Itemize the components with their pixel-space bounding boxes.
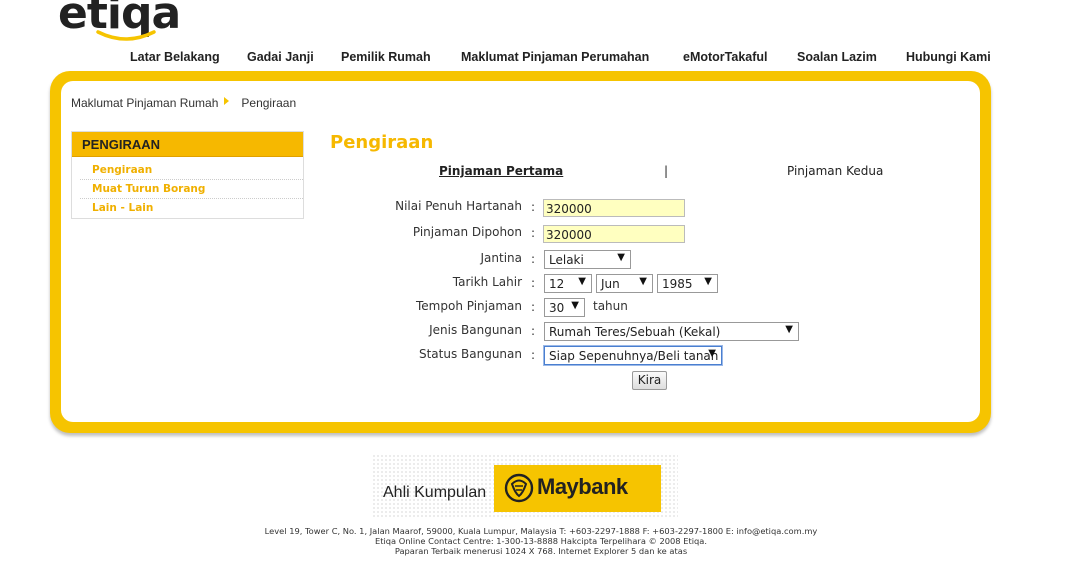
jantina-value: Lelaki (549, 253, 584, 267)
nav-gadai-janji[interactable]: Gadai Janji (247, 50, 314, 64)
jantina-select[interactable]: Lelaki ▼ (544, 250, 631, 269)
nilai-penuh-hartanah-label: Nilai Penuh Hartanah (395, 199, 522, 213)
maybank-tiger-icon (504, 473, 534, 503)
status-bangunan-select[interactable]: Siap Sepenuhnya/Beli tanah ▼ (544, 346, 722, 365)
dropdown-arrow-icon: ▼ (617, 252, 625, 263)
sidebar: PENGIRAAN Pengiraan Muat Turun Borang La… (71, 131, 304, 219)
dropdown-arrow-icon: ▼ (708, 348, 716, 359)
tempoh-pinjaman-value: 30 (549, 301, 565, 315)
sidebar-item-label[interactable]: Muat Turun Borang (92, 183, 205, 195)
main-nav: Latar Belakang Gadai Janji Pemilik Rumah… (0, 50, 1082, 66)
footer: Level 19, Tower C, No. 1, Jalan Maarof, … (0, 526, 1082, 556)
sidebar-item-lain-lain: Lain - Lain (80, 199, 303, 217)
tarikh-year-select[interactable]: 1985 ▼ (657, 274, 718, 293)
tarikh-day-select[interactable]: 12 ▼ (544, 274, 592, 293)
dropdown-arrow-icon: ▼ (785, 324, 793, 335)
partner-prefix: Ahli Kumpulan (383, 484, 487, 501)
tarikh-month-select[interactable]: Jun ▼ (596, 274, 653, 293)
nav-emotortakaful[interactable]: eMotorTakaful (683, 50, 768, 64)
sidebar-title: PENGIRAAN (82, 137, 161, 152)
maybank-name: Maybank (537, 474, 628, 499)
breadcrumb-parent[interactable]: Maklumat Pinjaman Rumah (71, 96, 218, 110)
tab-pinjaman-pertama[interactable]: Pinjaman Pertama (439, 164, 563, 178)
jenis-bangunan-select[interactable]: Rumah Teres/Sebuah (Kekal) ▼ (544, 322, 799, 341)
jantina-label: Jantina (480, 251, 523, 265)
footer-address: Level 19, Tower C, No. 1, Jalan Maarof, … (264, 526, 818, 536)
breadcrumb: Maklumat Pinjaman Rumah Pengiraan (71, 96, 296, 110)
kira-button[interactable]: Kira (632, 371, 667, 390)
sidebar-item-label[interactable]: Pengiraan (92, 164, 152, 176)
pinjaman-dipohon-input[interactable]: 320000 (543, 225, 685, 243)
tarikh-day-value: 12 (549, 277, 565, 291)
breadcrumb-arrow-icon (224, 97, 230, 105)
dropdown-arrow-icon: ▼ (639, 276, 647, 287)
pinjaman-dipohon-label: Pinjaman Dipohon (412, 225, 522, 239)
tab-pinjaman-kedua[interactable]: Pinjaman Kedua (787, 164, 883, 178)
colon: : (531, 348, 536, 362)
tempoh-pinjaman-select[interactable]: 30 ▼ (544, 298, 585, 317)
nav-soalan-lazim[interactable]: Soalan Lazim (797, 50, 877, 64)
tempoh-pinjaman-label: Tempoh Pinjaman (416, 299, 522, 313)
colon: : (531, 276, 536, 290)
colon: : (531, 324, 536, 338)
footer-contact: Etiqa Online Contact Centre: 1-300-13-88… (374, 536, 708, 546)
nav-hubungi-kami[interactable]: Hubungi Kami (906, 50, 991, 64)
colon: : (531, 300, 536, 314)
sidebar-item-pengiraan: Pengiraan (80, 161, 303, 180)
dropdown-arrow-icon: ▼ (571, 300, 579, 311)
tempoh-unit: tahun (593, 299, 628, 313)
tarikh-lahir-label: Tarikh Lahir (452, 275, 522, 289)
breadcrumb-current: Pengiraan (241, 96, 297, 110)
sidebar-header: PENGIRAAN (72, 132, 303, 157)
status-bangunan-value: Siap Sepenuhnya/Beli tanah (549, 349, 719, 363)
footer-display-note: Paparan Terbaik menerusi 1024 X 768. Int… (394, 546, 688, 556)
nilai-penuh-hartanah-input[interactable]: 320000 (543, 199, 685, 217)
colon: : (531, 200, 536, 214)
sidebar-item-label[interactable]: Lain - Lain (92, 202, 153, 214)
jenis-bangunan-label: Jenis Bangunan (429, 323, 522, 337)
nav-pemilik-rumah[interactable]: Pemilik Rumah (341, 50, 431, 64)
tarikh-year-value: 1985 (662, 277, 693, 291)
sidebar-item-muat-turun-borang: Muat Turun Borang (80, 180, 303, 199)
nav-maklumat-pinjaman-perumahan[interactable]: Maklumat Pinjaman Perumahan (461, 50, 649, 64)
dropdown-arrow-icon: ▼ (578, 276, 586, 287)
tarikh-month-value: Jun (601, 277, 620, 291)
status-bangunan-label: Status Bangunan (418, 347, 522, 361)
jenis-bangunan-value: Rumah Teres/Sebuah (Kekal) (549, 325, 721, 339)
page-title: Pengiraan (330, 132, 434, 153)
colon: : (531, 226, 536, 240)
etiqa-logo[interactable]: etiqa (58, 0, 188, 46)
logo-swoosh-icon (96, 30, 156, 41)
colon: : (531, 252, 536, 266)
dropdown-arrow-icon: ▼ (704, 276, 712, 287)
tab-separator: | (664, 164, 669, 178)
nav-latar-belakang[interactable]: Latar Belakang (130, 50, 220, 64)
